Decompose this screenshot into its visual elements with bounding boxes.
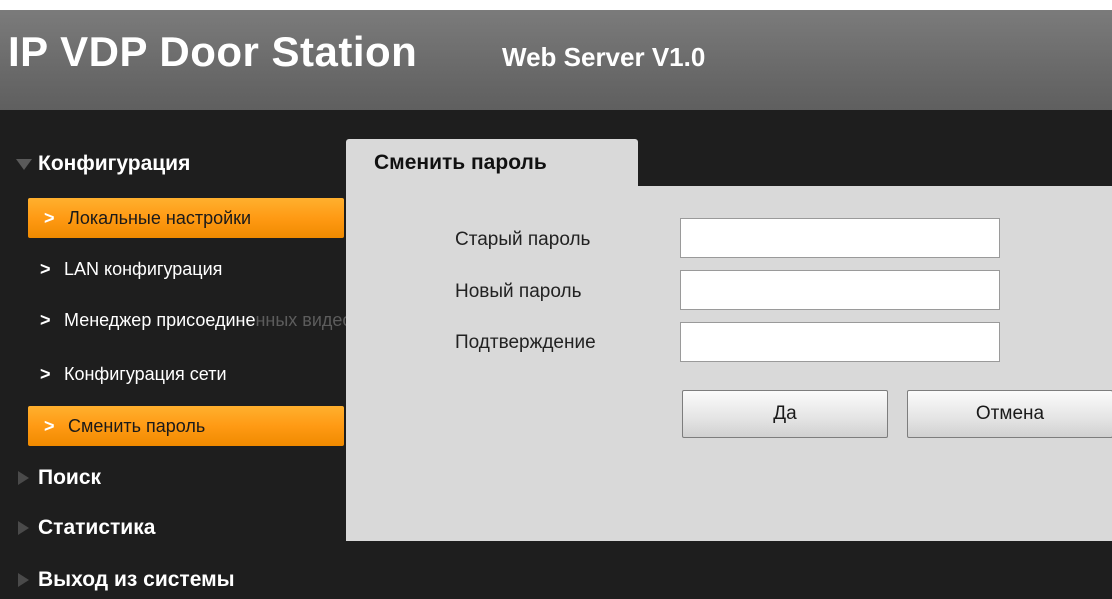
cancel-button[interactable]: Отмена	[907, 390, 1112, 438]
sidebar-item-label: Менеджер присоедине	[64, 310, 256, 330]
app-header: IP VDP Door Station Web Server V1.0	[0, 10, 1112, 110]
sidebar-section-configuration[interactable]: Конфигурация	[16, 145, 191, 183]
tab-change-password[interactable]: Сменить пароль	[346, 139, 638, 187]
chevron-right-icon: >	[40, 310, 51, 330]
chevron-right-icon: >	[44, 416, 55, 436]
sidebar-section-label: Конфигурация	[38, 152, 191, 175]
triangle-down-icon	[16, 145, 32, 183]
top-strip	[0, 0, 1112, 10]
chevron-right-icon: >	[44, 208, 55, 228]
chevron-right-icon: >	[40, 364, 51, 384]
sidebar-section-label: Статистика	[38, 516, 156, 539]
chevron-right-icon: >	[40, 259, 51, 279]
sidebar-item-network-config[interactable]: > Конфигурация сети	[40, 354, 227, 394]
sidebar-item-label: Конфигурация сети	[64, 364, 227, 384]
confirm-password-input[interactable]	[680, 322, 1000, 362]
tab-label: Сменить пароль	[374, 151, 547, 174]
sidebar-section-logout[interactable]: Выход из системы	[18, 561, 235, 599]
ok-button[interactable]: Да	[682, 390, 888, 438]
old-password-label: Старый пароль	[455, 229, 591, 250]
sidebar-item-label: Локальные настройки	[68, 208, 252, 228]
app-subtitle: Web Server V1.0	[502, 42, 706, 72]
new-password-input[interactable]	[680, 270, 1000, 310]
triangle-right-icon	[16, 459, 32, 497]
sidebar-section-label: Поиск	[38, 466, 102, 489]
new-password-label: Новый пароль	[455, 281, 582, 302]
sidebar-item-label: LAN конфигурация	[64, 259, 223, 279]
sidebar-item-label: Сменить пароль	[68, 416, 206, 436]
sidebar-item-lan-config[interactable]: > LAN конфигурация	[40, 249, 222, 289]
old-password-input[interactable]	[680, 218, 1000, 258]
sidebar-item-change-password[interactable]: > Сменить пароль	[28, 406, 344, 446]
triangle-right-icon	[16, 561, 32, 599]
sidebar-section-search[interactable]: Поиск	[18, 459, 102, 497]
sidebar-section-statistics[interactable]: Статистика	[18, 509, 156, 547]
sidebar-item-local-settings[interactable]: > Локальные настройки	[28, 198, 344, 238]
confirm-password-label: Подтверждение	[455, 332, 596, 353]
sidebar-section-label: Выход из системы	[38, 568, 235, 591]
triangle-right-icon	[16, 509, 32, 547]
app-title: IP VDP Door Station	[8, 28, 418, 75]
